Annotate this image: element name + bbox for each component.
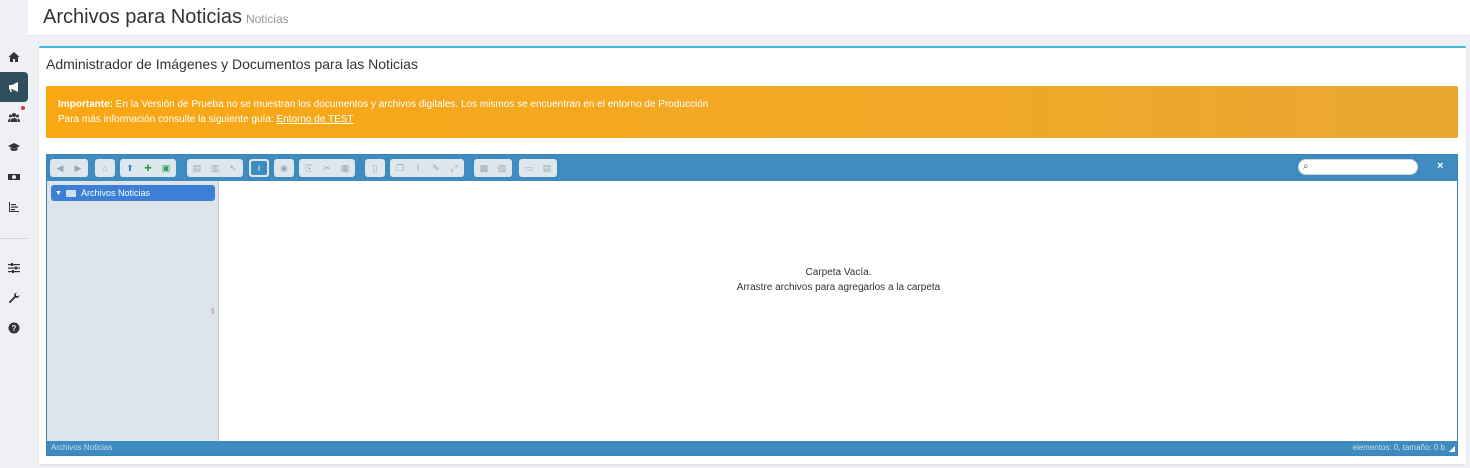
tree-item-label: Archivos Noticias — [80, 188, 150, 198]
graduation-cap-icon — [8, 143, 20, 151]
delete-icon[interactable]: ▯ — [367, 161, 383, 175]
cut-icon[interactable]: ✂ — [319, 161, 335, 175]
status-bar: Archivos Noticias elementos: 0, tamaño: … — [47, 441, 1457, 455]
chart-icon — [9, 202, 19, 212]
toolbar-group-delete: ▯ — [365, 159, 385, 177]
duplicate-icon[interactable]: ❐ — [392, 161, 408, 175]
tree-item-archivos-noticias[interactable]: ▼ Archivos Noticias — [51, 185, 215, 201]
wrench-icon — [8, 292, 20, 304]
alert-line-1: Importante: En la Versión de Prueba no s… — [58, 97, 1446, 112]
forward-icon[interactable]: ▶ — [70, 161, 86, 175]
alert-guide-text: Para más información consulte la siguien… — [58, 114, 277, 125]
sliders-icon — [8, 263, 20, 273]
open-icon[interactable]: ▤ — [189, 161, 205, 175]
file-manager-toolbar: ◀ ▶ ⌂ ⬆ ✚ ▣ ▤ ▥ ↖ i ◉ ⎘ ✂ ▦ ▯ ❐ I ✎ ⤢ ▩ … — [47, 155, 1457, 181]
preview-icon[interactable]: ◉ — [276, 161, 292, 175]
svg-text:?: ? — [12, 324, 17, 333]
sidebar-item-help[interactable]: ? — [0, 313, 28, 343]
info-icon[interactable]: i — [251, 161, 267, 175]
page-title: Archivos para Noticias Noticias — [43, 6, 289, 29]
toolbar-group-parent: ⌂ — [95, 159, 115, 177]
archive-icon[interactable]: ▨ — [494, 161, 510, 175]
search-icon: ⌕ — [1303, 161, 1309, 172]
page-header: Archivos para Noticias Noticias — [28, 0, 1470, 36]
upload-icon[interactable]: ⬆ — [122, 161, 138, 175]
warning-alert: Importante: En la Versión de Prueba no s… — [46, 86, 1458, 138]
resize-icon[interactable]: ⤢ — [446, 161, 462, 175]
sidebar-item-news[interactable] — [0, 72, 28, 102]
file-manager: ◀ ▶ ⌂ ⬆ ✚ ▣ ▤ ▥ ↖ i ◉ ⎘ ✂ ▦ ▯ ❐ I ✎ ⤢ ▩ … — [46, 154, 1458, 456]
select-icon[interactable]: ↖ — [225, 161, 241, 175]
status-path: Archivos Noticias — [51, 443, 113, 452]
file-search-input[interactable]: ⌕ — [1298, 159, 1418, 175]
help-icon: ? — [8, 322, 20, 334]
sidebar-item-reports[interactable] — [0, 192, 28, 222]
status-summary: elementos: 0, tamaño: 0 b — [1352, 443, 1446, 452]
folder-tree: ▼ Archivos Noticias ‖ — [47, 181, 219, 441]
sidebar-item-settings[interactable] — [0, 253, 28, 283]
sidebar-item-users[interactable] — [0, 102, 28, 132]
caret-down-icon[interactable]: ▼ — [55, 190, 62, 197]
empty-folder-hint: Arrastre archivos para agregarlos a la c… — [736, 282, 941, 293]
megaphone-icon — [9, 82, 18, 92]
toolbar-group-rename: ❐ I ✎ ⤢ — [390, 159, 464, 177]
toolbar-group-archive: ▩ ▨ — [474, 159, 512, 177]
new-file-icon[interactable]: ✚ — [140, 161, 156, 175]
toolbar-group-view: ◉ — [274, 159, 294, 177]
toolbar-group-navigation: ◀ ▶ — [50, 159, 88, 177]
users-icon — [8, 113, 20, 122]
sidebar-item-home[interactable] — [0, 42, 28, 72]
sidebar-divider — [0, 238, 28, 239]
page-title-text: Archivos para Noticias — [43, 6, 242, 28]
list-view-icon[interactable]: ▤ — [539, 161, 555, 175]
edit-icon[interactable]: ✎ — [428, 161, 444, 175]
toolbar-group-layout: ▭ ▤ — [519, 159, 557, 177]
toolbar-group-open: ▤ ▥ ↖ — [187, 159, 243, 177]
sidebar-item-tools[interactable] — [0, 283, 28, 313]
file-list-area[interactable]: Carpeta Vacía. Arrastre archivos para ag… — [220, 181, 1457, 441]
sidebar-item-finance[interactable] — [0, 162, 28, 192]
notification-badge — [21, 106, 25, 110]
paste-icon[interactable]: ▦ — [337, 161, 353, 175]
file-manager-card: Administrador de Imágenes y Documentos p… — [39, 46, 1466, 464]
alert-message: En la Versión de Prueba no se muestran l… — [113, 99, 709, 110]
folder-icon — [65, 189, 76, 197]
download-icon[interactable]: ▥ — [207, 161, 223, 175]
test-environment-link[interactable]: Entorno de TEST — [276, 114, 353, 125]
close-icon[interactable]: × — [1437, 160, 1443, 172]
alert-line-2: Para más información consulte la siguien… — [58, 112, 1446, 127]
empty-folder-title: Carpeta Vacía. — [805, 267, 872, 278]
resize-grip-icon[interactable]: ◢ — [1449, 444, 1455, 453]
home-icon — [8, 52, 20, 62]
toolbar-group-edit: ⎘ ✂ ▦ — [299, 159, 355, 177]
alert-strong: Importante: — [58, 99, 113, 110]
sidebar-item-education[interactable] — [0, 132, 28, 162]
copy-icon[interactable]: ⎘ — [301, 161, 317, 175]
toolbar-group-info: i — [249, 159, 269, 177]
pane-resizer-handle[interactable]: ‖ — [211, 307, 214, 316]
extract-icon[interactable]: ▩ — [476, 161, 492, 175]
card-title: Administrador de Imágenes y Documentos p… — [46, 56, 418, 72]
rename-icon[interactable]: I — [410, 161, 426, 175]
back-icon[interactable]: ◀ — [52, 161, 68, 175]
page-subtitle: Noticias — [245, 12, 289, 26]
save-icon[interactable]: ▣ — [158, 161, 174, 175]
icons-view-icon[interactable]: ▭ — [521, 161, 537, 175]
money-icon — [8, 174, 20, 180]
sidebar: ? — [0, 0, 28, 468]
toolbar-group-file: ⬆ ✚ ▣ — [120, 159, 176, 177]
home-folder-icon[interactable]: ⌂ — [97, 161, 113, 175]
